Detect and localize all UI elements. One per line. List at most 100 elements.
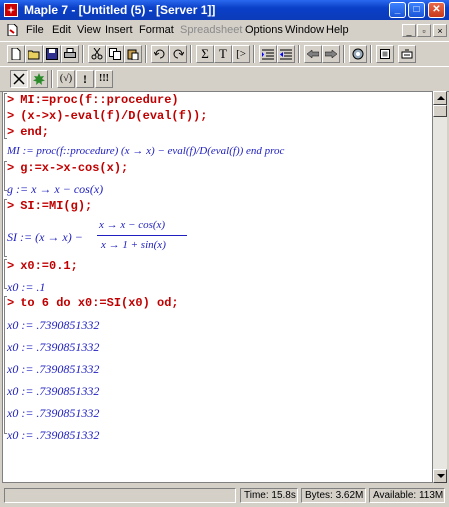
sigma-button[interactable]: Σ bbox=[196, 45, 214, 63]
new-icon bbox=[11, 48, 21, 60]
window-title: Maple 7 - [Untitled (5) - [Server 1]] bbox=[24, 3, 216, 17]
maple-input-button[interactable] bbox=[10, 70, 28, 88]
text-button[interactable]: T bbox=[214, 45, 232, 63]
menu-view[interactable]: View bbox=[77, 24, 101, 36]
vertical-scrollbar[interactable] bbox=[433, 91, 447, 483]
back-button[interactable] bbox=[304, 45, 322, 63]
doc-close-button[interactable]: × bbox=[433, 24, 447, 37]
prompt: > bbox=[7, 93, 15, 107]
toolbar-separator bbox=[51, 70, 53, 88]
menu-options[interactable]: Options bbox=[245, 24, 283, 36]
input-text: g:=x->x-cos(x); bbox=[20, 161, 129, 175]
outdent-button[interactable] bbox=[277, 45, 295, 63]
status-message bbox=[4, 488, 236, 503]
new-button[interactable] bbox=[7, 45, 25, 63]
input-text: SI:=MI(g); bbox=[20, 199, 93, 213]
print-button[interactable] bbox=[61, 45, 79, 63]
maple-input-icon bbox=[13, 73, 25, 85]
doc-minimize-button[interactable]: _ bbox=[402, 24, 416, 37]
input-line[interactable]: > x0:=0.1; bbox=[7, 259, 78, 273]
prompt: > bbox=[7, 199, 15, 213]
maple-leaf-icon[interactable] bbox=[4, 3, 18, 17]
menu-file[interactable]: File bbox=[26, 24, 44, 36]
toolbar-separator bbox=[343, 45, 345, 63]
prompt: > bbox=[7, 161, 15, 175]
save-button[interactable] bbox=[43, 45, 61, 63]
prompt: > bbox=[7, 259, 15, 273]
toolbar-separator bbox=[190, 45, 192, 63]
scroll-down-button[interactable] bbox=[433, 469, 447, 483]
fraction-denominator: x → 1 + sin(x) bbox=[101, 239, 166, 251]
menu-bar: File Edit View Insert Format Spreadsheet… bbox=[0, 20, 449, 41]
output-line: MI := proc(f::procedure) (x → x) − eval(… bbox=[7, 145, 285, 157]
cut-icon bbox=[91, 48, 103, 60]
input-text: to 6 do x0:=SI(x0) od; bbox=[20, 296, 179, 310]
minimize-button[interactable]: _ bbox=[389, 2, 406, 18]
document-icon[interactable] bbox=[6, 24, 18, 36]
input-line[interactable]: > SI:=MI(g); bbox=[7, 199, 92, 213]
outdent-icon bbox=[280, 49, 292, 60]
help-icon bbox=[401, 49, 413, 59]
undo-button[interactable] bbox=[151, 45, 169, 63]
status-bytes: Bytes: 3.62M bbox=[301, 488, 366, 503]
prompt: > bbox=[7, 109, 15, 123]
open-button[interactable] bbox=[25, 45, 43, 63]
copy-button[interactable] bbox=[106, 45, 124, 63]
undo-icon bbox=[154, 49, 165, 59]
status-available: Available: 113M bbox=[369, 488, 445, 503]
menu-format[interactable]: Format bbox=[139, 24, 174, 36]
main-toolbar: Σ T [> bbox=[0, 41, 449, 66]
output-line: x0 := .7390851332 bbox=[7, 428, 100, 442]
worksheet-area[interactable]: > MI:=proc(f::procedure) > (x->x)-eval(f)/… bbox=[2, 91, 433, 483]
menu-help[interactable]: Help bbox=[326, 24, 349, 36]
maximize-button[interactable]: □ bbox=[408, 2, 425, 18]
redo-button[interactable] bbox=[169, 45, 187, 63]
toolbar-separator bbox=[145, 45, 147, 63]
scroll-up-button[interactable] bbox=[433, 91, 447, 105]
restart-button[interactable] bbox=[349, 45, 367, 63]
output-line: g := x → x − cos(x) bbox=[7, 182, 104, 196]
status-bar: Time: 15.8s Bytes: 3.62M Available: 113M bbox=[0, 485, 449, 507]
indent-icon bbox=[262, 49, 274, 60]
stop-button[interactable] bbox=[376, 45, 394, 63]
back-icon bbox=[307, 49, 319, 59]
cut-button[interactable] bbox=[88, 45, 106, 63]
restart-icon bbox=[352, 48, 364, 60]
menu-edit[interactable]: Edit bbox=[52, 24, 71, 36]
forward-icon bbox=[325, 49, 337, 59]
close-button[interactable]: ✕ bbox=[428, 2, 445, 18]
input-line[interactable]: > end; bbox=[7, 125, 49, 139]
input-line[interactable]: > MI:=proc(f::procedure) bbox=[7, 93, 179, 107]
input-line[interactable]: > g:=x->x-cos(x); bbox=[7, 161, 128, 175]
input-line[interactable]: > (x->x)-eval(f)/D(eval(f)); bbox=[7, 109, 207, 123]
menu-window[interactable]: Window bbox=[285, 24, 324, 36]
prompt: > bbox=[7, 296, 15, 310]
doc-restore-button[interactable]: ▫ bbox=[417, 24, 431, 37]
execute-button[interactable]: ! bbox=[76, 70, 94, 88]
output-line: x0 := .7390851332 bbox=[7, 384, 100, 398]
maple-leaf-icon bbox=[33, 73, 45, 85]
paste-button[interactable] bbox=[124, 45, 142, 63]
toolbar-separator bbox=[298, 45, 300, 63]
indent-button[interactable] bbox=[259, 45, 277, 63]
toolbar-separator bbox=[253, 45, 255, 63]
forward-button[interactable] bbox=[322, 45, 340, 63]
menu-insert[interactable]: Insert bbox=[105, 24, 133, 36]
redo-icon bbox=[173, 49, 184, 59]
copy-icon bbox=[109, 48, 121, 60]
maple-leaf-button[interactable] bbox=[30, 70, 48, 88]
help-button[interactable] bbox=[398, 45, 416, 63]
input-line[interactable]: > to 6 do x0:=SI(x0) od; bbox=[7, 296, 179, 310]
toolbar-separator bbox=[370, 45, 372, 63]
evaluate-sqrt-button[interactable]: (√) bbox=[57, 70, 75, 88]
output-lhs: SI := (x → x) − bbox=[7, 230, 83, 244]
execute-all-button[interactable]: !!! bbox=[95, 70, 113, 88]
scroll-thumb[interactable] bbox=[433, 105, 447, 117]
prompt-button[interactable]: [> bbox=[232, 45, 250, 63]
input-text: (x->x)-eval(f)/D(eval(f)); bbox=[20, 109, 208, 123]
print-icon bbox=[64, 48, 76, 58]
open-icon bbox=[28, 50, 40, 60]
input-text: MI:=proc(f::procedure) bbox=[20, 93, 179, 107]
stop-icon bbox=[380, 49, 390, 59]
title-bar: Maple 7 - [Untitled (5) - [Server 1]] _ … bbox=[0, 0, 449, 20]
